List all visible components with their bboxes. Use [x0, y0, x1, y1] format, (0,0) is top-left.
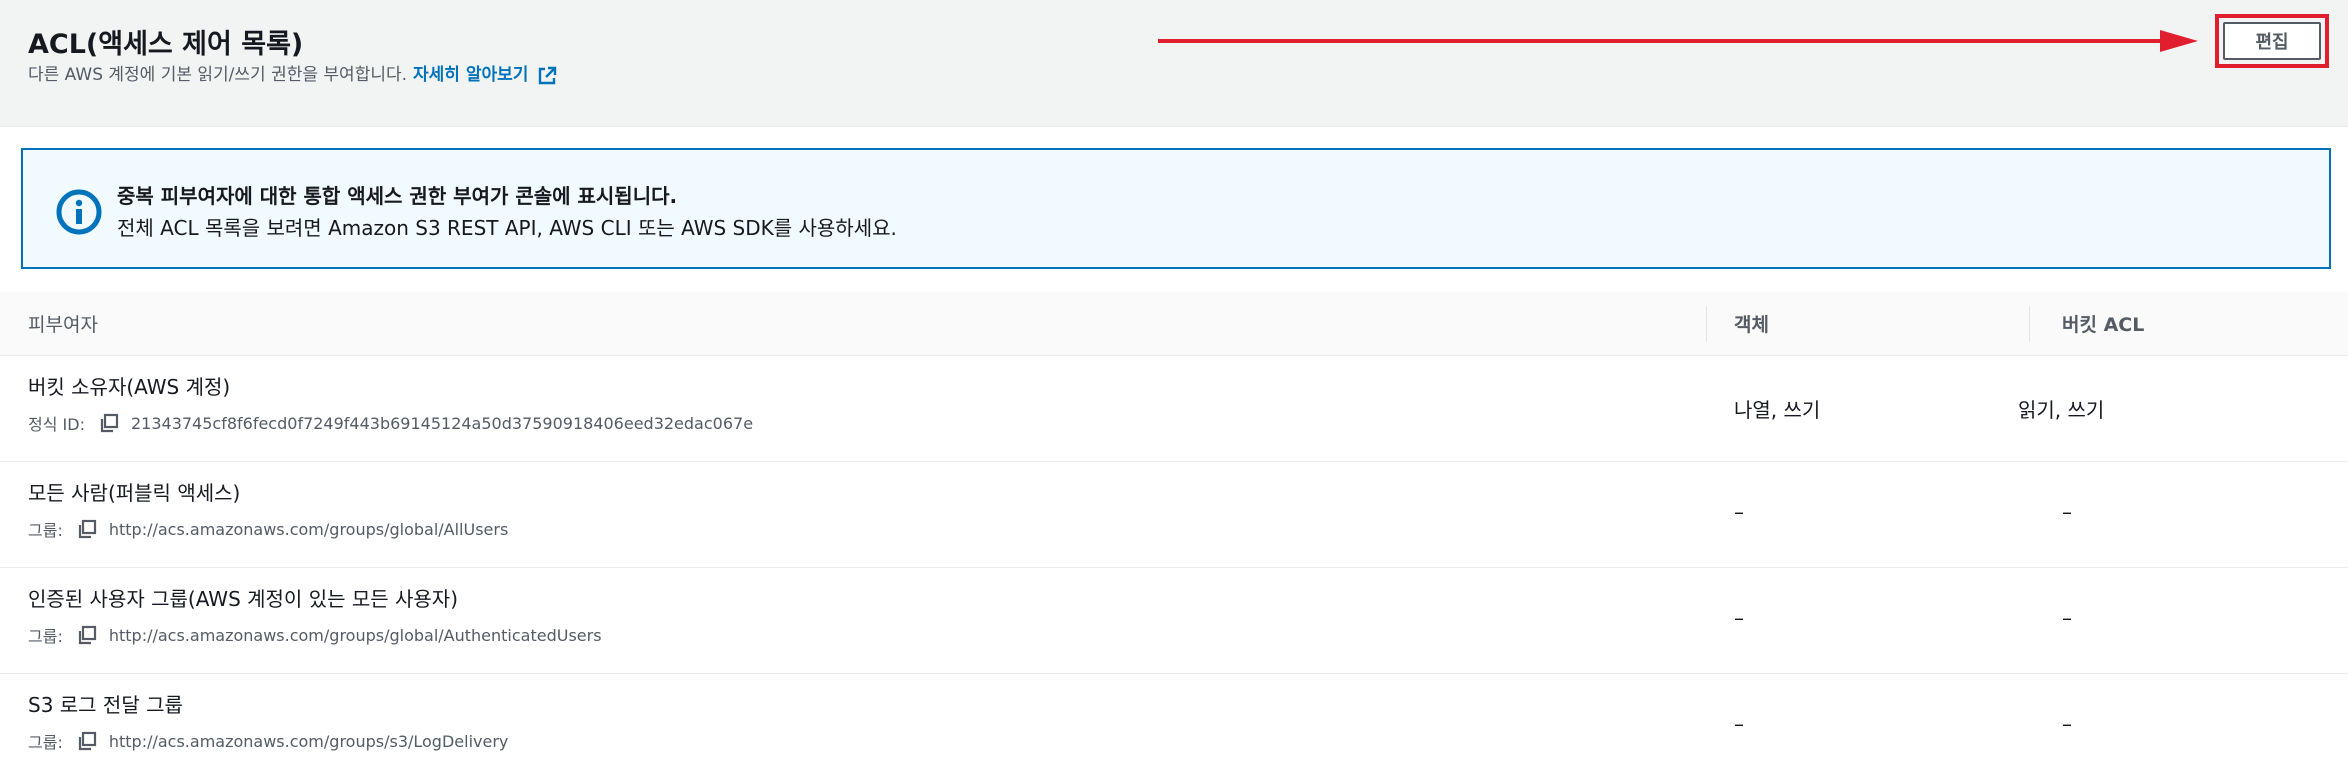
grantee-name: 모든 사람(퍼블릭 액세스): [28, 481, 241, 505]
grantee-id-value: http://acs.amazonaws.com/groups/s3/LogDe…: [108, 731, 509, 751]
grantee-id-label: 그룹:: [28, 521, 63, 540]
grantee-id-label: 정식 ID:: [28, 415, 85, 434]
copy-icon[interactable]: [77, 519, 97, 539]
grantee-id-label: 그룹:: [28, 627, 63, 646]
grantee-name: 버킷 소유자(AWS 계정): [28, 375, 231, 399]
column-divider: [2029, 306, 2030, 342]
learn-more-link[interactable]: 자세히 알아보기: [413, 60, 528, 85]
column-divider: [1706, 306, 1707, 342]
grantee-id-value: http://acs.amazonaws.com/groups/global/A…: [108, 519, 509, 539]
column-header-grantee: 피부여자: [28, 314, 98, 336]
copy-icon[interactable]: [77, 731, 97, 751]
copy-icon[interactable]: [99, 413, 119, 433]
grantee-id: 그룹: http://acs.amazonaws.com/groups/glob…: [28, 623, 602, 647]
alert-title: 중복 피부여자에 대한 통합 액세스 권한 부여가 콘솔에 표시됩니다.: [117, 184, 678, 208]
edit-button[interactable]: 편집: [2223, 22, 2321, 60]
grantee-name: S3 로그 전달 그룹: [28, 693, 183, 717]
page-title: ACL(액세스 제어 목록): [28, 29, 304, 60]
table-row: 버킷 소유자(AWS 계정) 정식 ID: 21343745cf8f6fecd0…: [0, 356, 2348, 462]
copy-icon[interactable]: [77, 625, 97, 645]
grantee-id: 그룹: http://acs.amazonaws.com/groups/glob…: [28, 517, 508, 541]
table-row: 인증된 사용자 그룹(AWS 계정이 있는 모든 사용자) 그룹: http:/…: [0, 568, 2348, 674]
table-row: 모든 사람(퍼블릭 액세스) 그룹: http://acs.amazonaws.…: [0, 462, 2348, 568]
grantee-id-value: http://acs.amazonaws.com/groups/global/A…: [108, 625, 602, 645]
column-header-objects: 객체: [1734, 314, 1769, 336]
grantee-id-label: 그룹:: [28, 733, 63, 752]
description-text: 다른 AWS 계정에 기본 읽기/쓰기 권한을 부여합니다.: [28, 65, 408, 85]
acl-header: ACL(액세스 제어 목록) 다른 AWS 계정에 기본 읽기/쓰기 권한을 부…: [0, 0, 2348, 127]
alert-body: 전체 ACL 목록을 보려면 Amazon S3 REST API, AWS C…: [117, 216, 897, 240]
bucket-acl-permission: –: [2062, 712, 2072, 736]
objects-permission: –: [1734, 606, 1744, 630]
table-row: S3 로그 전달 그룹 그룹: http://acs.amazonaws.com…: [0, 674, 2348, 777]
grantee-id-value: 21343745cf8f6fecd0f7249f443b69145124a50d…: [130, 413, 754, 433]
grantee-id: 그룹: http://acs.amazonaws.com/groups/s3/L…: [28, 729, 508, 753]
bucket-acl-permission: –: [2062, 606, 2072, 630]
external-link-icon[interactable]: [537, 66, 557, 86]
info-icon: [56, 189, 102, 235]
grantee-name: 인증된 사용자 그룹(AWS 계정이 있는 모든 사용자): [28, 587, 459, 611]
bucket-acl-permission: –: [2062, 500, 2072, 524]
table-header: 피부여자 객체 버킷 ACL: [0, 292, 2348, 356]
page-description: 다른 AWS 계정에 기본 읽기/쓰기 권한을 부여합니다. 자세히 알아보기: [28, 60, 557, 85]
column-header-bucket-acl: 버킷 ACL: [2062, 314, 2145, 336]
annotation-arrow: [1158, 30, 2198, 52]
objects-permission: 나열, 쓰기: [1734, 398, 1821, 422]
objects-permission: –: [1734, 712, 1744, 736]
grantee-id: 정식 ID: 21343745cf8f6fecd0f7249f443b69145…: [28, 411, 753, 435]
bucket-acl-permission: 읽기, 쓰기: [2018, 398, 2105, 422]
info-alert: 중복 피부여자에 대한 통합 액세스 권한 부여가 콘솔에 표시됩니다. 전체 …: [21, 148, 2331, 269]
objects-permission: –: [1734, 500, 1744, 524]
